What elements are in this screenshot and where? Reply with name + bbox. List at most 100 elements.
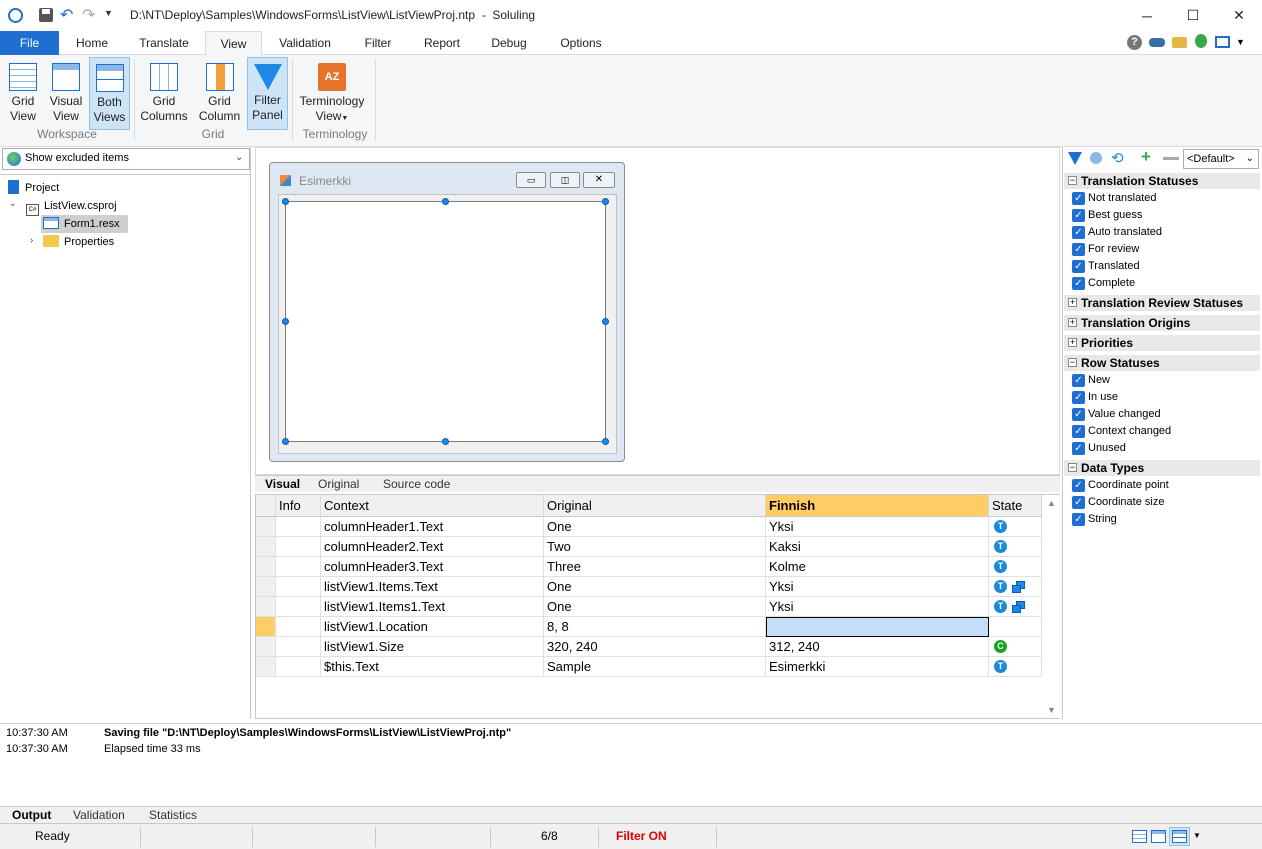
scroll-up-icon[interactable]: ▲: [1047, 498, 1056, 508]
cell-info[interactable]: [276, 537, 321, 557]
filter-checkbox-item[interactable]: ✓ Value changed: [1072, 406, 1161, 423]
cell-context[interactable]: columnHeader3.Text: [321, 557, 544, 577]
cell-finnish[interactable]: Kolme: [766, 557, 989, 577]
tab-file[interactable]: File: [0, 31, 59, 55]
minimize-button[interactable]: ─: [1124, 0, 1170, 31]
checkbox-checked-icon[interactable]: ✓: [1072, 209, 1085, 222]
form-preview[interactable]: Esimerkki ▭ ◫ ✕: [269, 162, 625, 462]
filter-group-header[interactable]: + Translation Review Statuses: [1064, 295, 1260, 311]
column-header-context[interactable]: Context: [321, 495, 544, 517]
resize-handle[interactable]: [602, 318, 609, 325]
table-row[interactable]: columnHeader1.Text One Yksi T: [256, 517, 1042, 537]
filter-checkbox-item[interactable]: ✓ Translated: [1072, 258, 1140, 275]
row-header[interactable]: [256, 657, 276, 677]
cell-original[interactable]: One: [544, 517, 766, 537]
undo-icon[interactable]: ↶: [60, 5, 73, 25]
filter-checkbox-item[interactable]: ✓ String: [1072, 511, 1117, 528]
filter-icon[interactable]: [1068, 152, 1082, 165]
cell-finnish[interactable]: Esimerkki: [766, 657, 989, 677]
tab-source-code[interactable]: Source code: [383, 476, 450, 493]
filter-preset-combo[interactable]: <Default> ⌄: [1183, 149, 1259, 169]
cell-info[interactable]: [276, 617, 321, 637]
layout-dropdown-icon[interactable]: ▼: [1193, 831, 1201, 840]
collapse-icon[interactable]: ⌄: [9, 198, 17, 209]
quick-access-dropdown-icon[interactable]: ▼: [104, 8, 113, 18]
checkbox-checked-icon[interactable]: ✓: [1072, 425, 1085, 438]
cell-state[interactable]: T: [989, 557, 1042, 577]
expand-icon[interactable]: ›: [30, 235, 33, 246]
list-view-control[interactable]: [285, 201, 606, 442]
tab-original[interactable]: Original: [318, 476, 359, 493]
cell-state[interactable]: T: [989, 657, 1042, 677]
tab-validation[interactable]: Validation: [266, 31, 344, 55]
cell-context[interactable]: columnHeader1.Text: [321, 517, 544, 537]
filter-group-header[interactable]: − Translation Statuses: [1064, 173, 1260, 189]
filter-checkbox-item[interactable]: ✓ New: [1072, 372, 1110, 389]
tab-validation-output[interactable]: Validation: [73, 807, 125, 824]
both-views-button[interactable]: Both Views: [89, 57, 130, 130]
refresh-icon[interactable]: ⟲: [1111, 149, 1124, 167]
filter-checkbox-item[interactable]: ✓ Context changed: [1072, 423, 1171, 440]
resize-handle[interactable]: [282, 198, 289, 205]
grid-view-icon[interactable]: [1132, 830, 1147, 843]
cell-finnish[interactable]: Kaksi: [766, 537, 989, 557]
cell-info[interactable]: [276, 517, 321, 537]
save-icon[interactable]: [39, 8, 53, 22]
column-header-info[interactable]: Info: [276, 495, 321, 517]
tree-node-project[interactable]: Project: [8, 179, 59, 197]
resize-handle[interactable]: [282, 438, 289, 445]
close-button[interactable]: ✕: [1216, 0, 1262, 31]
terminology-view-button[interactable]: AZ Terminology View▼: [296, 57, 368, 130]
binoculars-icon[interactable]: [1149, 38, 1165, 47]
cell-info[interactable]: [276, 637, 321, 657]
tab-translate[interactable]: Translate: [127, 31, 201, 55]
filter-group-header[interactable]: + Priorities: [1064, 335, 1260, 351]
row-header[interactable]: [256, 537, 276, 557]
form-minimize-button[interactable]: ▭: [516, 172, 546, 188]
cell-original[interactable]: Two: [544, 537, 766, 557]
tab-report[interactable]: Report: [412, 31, 472, 55]
collapse-icon[interactable]: −: [1068, 176, 1077, 185]
tab-debug[interactable]: Debug: [478, 31, 540, 55]
tab-home[interactable]: Home: [61, 31, 123, 55]
filter-edit-icon[interactable]: [1090, 152, 1102, 164]
scroll-down-icon[interactable]: ▼: [1047, 705, 1056, 715]
cell-context[interactable]: listView1.Size: [321, 637, 544, 657]
cell-original[interactable]: Three: [544, 557, 766, 577]
tree-node-form1-resx[interactable]: Form1.resx: [41, 215, 128, 233]
both-views-icon[interactable]: [1169, 827, 1190, 846]
filter-checkbox-item[interactable]: ✓ Unused: [1072, 440, 1126, 457]
options-dropdown-icon[interactable]: ▼: [1236, 37, 1245, 47]
table-row[interactable]: listView1.Items.Text One Yksi T: [256, 577, 1042, 597]
checkbox-checked-icon[interactable]: ✓: [1072, 374, 1085, 387]
maximize-button[interactable]: ☐: [1170, 0, 1216, 31]
column-header-original[interactable]: Original: [544, 495, 766, 517]
filter-group-header[interactable]: − Row Statuses: [1064, 355, 1260, 371]
cell-info[interactable]: [276, 577, 321, 597]
checkbox-checked-icon[interactable]: ✓: [1072, 496, 1085, 509]
cell-state[interactable]: C: [989, 637, 1042, 657]
filter-checkbox-item[interactable]: ✓ Complete: [1072, 275, 1135, 292]
filter-group-header[interactable]: + Translation Origins: [1064, 315, 1260, 331]
redo-icon[interactable]: ↷: [82, 5, 95, 25]
checkbox-checked-icon[interactable]: ✓: [1072, 479, 1085, 492]
checkbox-checked-icon[interactable]: ✓: [1072, 192, 1085, 205]
filter-panel-button[interactable]: Filter Panel: [247, 57, 288, 130]
resize-handle[interactable]: [282, 318, 289, 325]
grid-column-button[interactable]: Grid Column: [196, 57, 243, 130]
tab-output[interactable]: Output: [12, 807, 51, 824]
grid-columns-button[interactable]: Grid Columns: [138, 57, 190, 130]
cell-state[interactable]: T: [989, 597, 1042, 617]
cell-context[interactable]: listView1.Location: [321, 617, 544, 637]
table-row[interactable]: listView1.Items1.Text One Yksi T: [256, 597, 1042, 617]
cell-info[interactable]: [276, 557, 321, 577]
filter-group-header[interactable]: − Data Types: [1064, 460, 1260, 476]
row-header[interactable]: [256, 637, 276, 657]
cell-context[interactable]: listView1.Items.Text: [321, 577, 544, 597]
filter-checkbox-item[interactable]: ✓ In use: [1072, 389, 1118, 406]
tab-filter[interactable]: Filter: [350, 31, 406, 55]
cell-state[interactable]: T: [989, 537, 1042, 557]
cell-finnish[interactable]: Yksi: [766, 577, 989, 597]
cell-finnish[interactable]: Yksi: [766, 517, 989, 537]
filter-checkbox-item[interactable]: ✓ Coordinate size: [1072, 494, 1164, 511]
